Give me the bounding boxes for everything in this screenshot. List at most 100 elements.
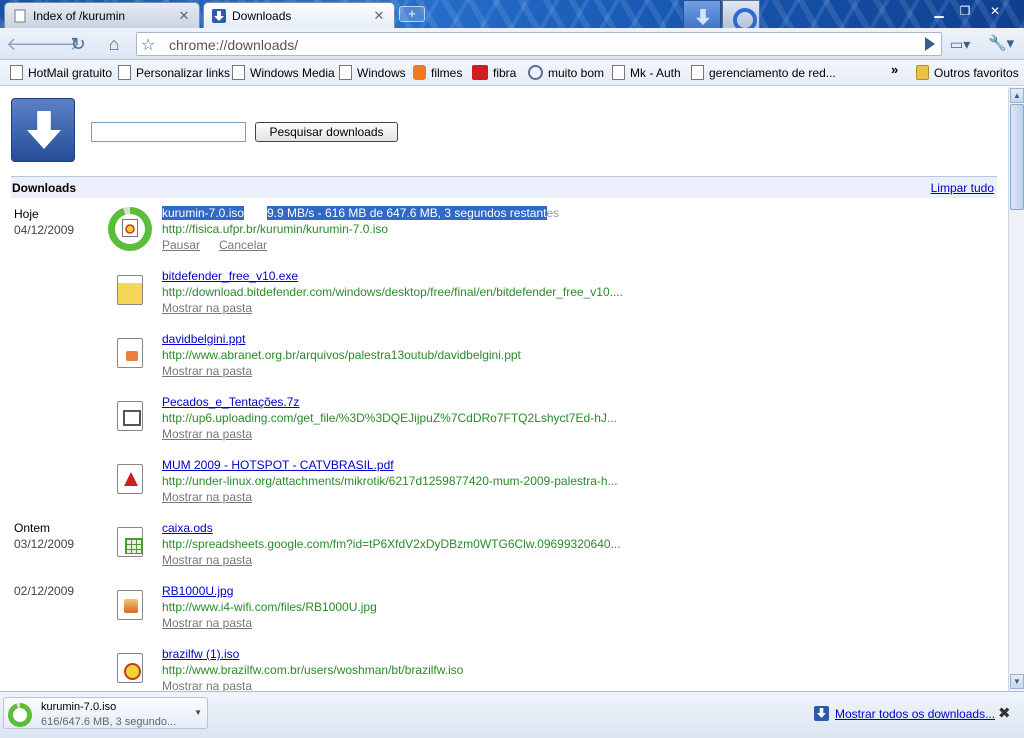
image-file-icon [117,590,143,620]
page-menu-icon[interactable]: ▭▾ [950,36,976,54]
search-input[interactable] [91,122,246,142]
bookmark-item[interactable]: muito bom [528,65,604,80]
reload-icon[interactable]: ↻ [66,32,90,56]
section-title: Downloads [12,181,77,195]
show-in-folder-link[interactable]: Mostrar na pasta [162,301,252,315]
download-file-name[interactable]: kurumin-7.0.iso [162,206,245,220]
bookmark-item[interactable]: HotMail gratuito [10,65,112,80]
download-file-name[interactable]: bitdefender_free_v10.exe [162,269,298,283]
bookmark-label: Mk - Auth [630,65,681,80]
bookmark-item[interactable]: gerenciamento de red... [691,65,836,80]
download-status-rest: es [546,206,560,220]
search-downloads-button[interactable]: Pesquisar downloads [255,122,398,142]
download-url[interactable]: http://www.brazilfw.com.br/users/woshman… [162,663,463,677]
address-text[interactable]: chrome://downloads/ [169,37,298,53]
bookmark-item[interactable]: filmes [413,65,462,80]
clear-all-link[interactable]: Limpar tudo [931,181,994,195]
folder-icon [916,65,929,80]
download-url[interactable]: http://under-linux.org/attachments/mikro… [162,474,618,488]
bookmark-label: Windows Media [250,65,335,80]
show-in-folder-link[interactable]: Mostrar na pasta [162,679,252,691]
bookmark-item[interactable]: Windows Media [232,65,335,80]
home-icon[interactable]: ⌂ [102,32,126,56]
bookmark-item[interactable]: Personalizar links [118,65,230,80]
download-shelf: kurumin-7.0.iso 616/647.6 MB, 3 segundo.… [0,691,1024,738]
download-item: kurumin-7.0.iso 9.9 MB/s - 616 MB de 647… [108,206,668,262]
downloads-icon [212,8,226,23]
tab-strip: Index of /kurumin ✕ Downloads ✕ + ▁ ❐ ✕ [0,0,1024,28]
download-url[interactable]: http://download.bitdefender.com/windows/… [162,285,623,299]
download-url[interactable]: http://spreadsheets.google.com/fm?id=tP6… [162,537,621,551]
download-file-name[interactable]: davidbelgini.ppt [162,332,245,346]
forward-icon[interactable]: 🡒 [32,32,80,56]
cancel-link[interactable]: Cancelar [219,238,267,252]
download-file-name[interactable]: Pecados_e_Tentações.7z [162,395,299,409]
pause-link[interactable]: Pausar [162,238,200,252]
wrench-icon[interactable]: 🔧▾ [988,34,1016,54]
close-icon[interactable]: ✕ [177,8,191,23]
download-item: Pecados_e_Tentações.7z http://up6.upload… [108,395,668,451]
page-icon [612,65,625,80]
scroll-up-icon[interactable]: ▲ [1010,88,1024,103]
download-item: caixa.ods http://spreadsheets.google.com… [108,521,668,577]
iso-file-icon [122,219,138,237]
bookmark-label: HotMail gratuito [28,65,113,80]
blogger-icon [413,65,426,80]
download-item: bitdefender_free_v10.exe http://download… [108,269,668,325]
show-in-folder-link[interactable]: Mostrar na pasta [162,364,252,378]
restore-icon[interactable]: ❐ [954,2,976,20]
vertical-scrollbar[interactable]: ▲ ▼ [1008,87,1024,691]
chevron-down-icon[interactable]: ▼ [194,708,202,717]
page-icon [691,65,704,80]
bookmark-label: Windows [357,65,406,80]
page-icon [232,65,245,80]
back-icon[interactable]: 🡐 [6,32,54,56]
show-in-folder-link[interactable]: Mostrar na pasta [162,616,252,630]
close-icon[interactable]: ✖ [998,704,1011,722]
shelf-file-name: kurumin-7.0.iso [41,701,117,713]
bookmark-item[interactable]: Windows [339,65,406,80]
bookmark-label: filmes [431,65,463,80]
close-icon[interactable]: ✕ [372,8,386,23]
page-icon [10,65,23,80]
show-all-label[interactable]: Mostrar todos os downloads... [835,707,995,721]
bookmarks-overflow-icon[interactable]: » [891,62,898,77]
date-group-label: Hoje [14,207,39,221]
download-item: brazilfw (1).iso http://www.brazilfw.com… [108,647,668,691]
shelf-download-item[interactable]: kurumin-7.0.iso 616/647.6 MB, 3 segundo.… [3,697,208,729]
download-progress-icon [8,703,32,727]
shelf-file-status: 616/647.6 MB, 3 segundo... [41,716,177,728]
ppt-file-icon [117,338,143,368]
show-all-downloads-link[interactable]: Mostrar todos os downloads... [814,706,995,721]
download-file-name[interactable]: caixa.ods [162,521,213,535]
iso-file-icon [117,653,143,683]
download-file-name[interactable]: RB1000U.jpg [162,584,233,598]
scroll-down-icon[interactable]: ▼ [1010,674,1024,689]
bookmark-item[interactable]: Mk - Auth [612,65,681,80]
search-app-icon[interactable] [722,0,760,28]
show-in-folder-link[interactable]: Mostrar na pasta [162,427,252,441]
download-status-selected: 9.9 MB/s - 616 MB de 647.6 MB, 3 segundo… [267,206,547,220]
download-url[interactable]: http://www.abranet.org.br/arquivos/pales… [162,348,521,362]
minimize-icon[interactable]: ▁ [928,2,950,20]
download-url[interactable]: http://fisica.ufpr.br/kurumin/kurumin-7.… [162,222,388,236]
tab-downloads[interactable]: Downloads ✕ [203,2,395,28]
download-app-icon[interactable] [683,0,721,28]
new-tab-button[interactable]: + [399,6,425,22]
show-in-folder-link[interactable]: Mostrar na pasta [162,553,252,567]
download-file-name[interactable]: brazilfw (1).iso [162,647,239,661]
scrollbar-thumb[interactable] [1010,104,1024,210]
download-url[interactable]: http://www.i4-wifi.com/files/RB1000U.jpg [162,600,377,614]
download-file-name[interactable]: MUM 2009 - HOTSPOT - CATVBRASIL.pdf [162,458,394,472]
bookmark-label: gerenciamento de red... [709,65,836,80]
go-icon[interactable] [925,37,935,51]
show-in-folder-link[interactable]: Mostrar na pasta [162,490,252,504]
other-bookmarks-folder[interactable]: Outros favoritos [916,65,1019,80]
window-close-icon[interactable]: ✕ [984,2,1006,20]
bookmark-item[interactable]: fibra [472,65,516,80]
download-url[interactable]: http://up6.uploading.com/get_file/%3D%3D… [162,411,617,425]
star-icon[interactable]: ☆ [141,35,155,55]
address-bar[interactable]: ☆ chrome://downloads/ [136,32,942,56]
tab-index-kurumin[interactable]: Index of /kurumin ✕ [4,2,200,28]
date-group-date: 04/12/2009 [14,223,75,237]
